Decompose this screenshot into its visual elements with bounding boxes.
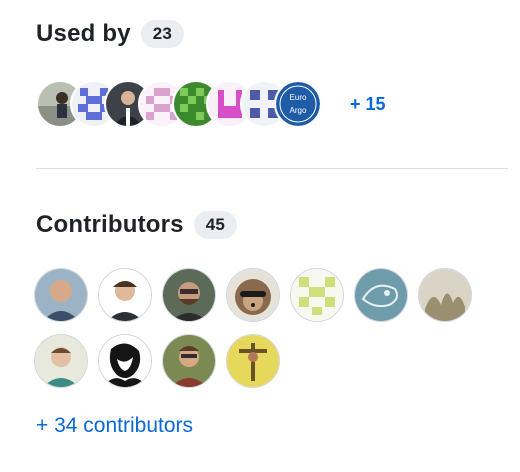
- contributors-title: Contributors: [36, 211, 184, 238]
- contributor-avatar-9[interactable]: [98, 334, 152, 388]
- more-contributors-link[interactable]: + 34 contributors: [36, 414, 193, 438]
- used-by-count: 23: [140, 20, 185, 48]
- contributors-count: 45: [193, 211, 238, 239]
- contributor-avatar-10[interactable]: [162, 334, 216, 388]
- contributor-avatar-2[interactable]: [98, 268, 152, 322]
- contributor-avatar-3[interactable]: [162, 268, 216, 322]
- contributors-heading: Contributors 45: [36, 211, 238, 239]
- used-by-avatars: Euro Argo + 15: [36, 80, 386, 128]
- contributors-avatars: [34, 268, 514, 400]
- used-by-avatar-8[interactable]: Euro Argo: [274, 80, 322, 128]
- contributor-avatar-7[interactable]: [418, 268, 472, 322]
- euro-text: Euro: [290, 93, 307, 102]
- contributor-avatar-11[interactable]: [226, 334, 280, 388]
- used-by-title: Used by: [36, 20, 131, 47]
- contributor-avatar-1[interactable]: [34, 268, 88, 322]
- contributor-avatar-8[interactable]: [34, 334, 88, 388]
- argo-text: Argo: [290, 106, 307, 115]
- contributor-avatar-5[interactable]: [290, 268, 344, 322]
- section-divider: [36, 168, 508, 169]
- contributor-avatar-6[interactable]: [354, 268, 408, 322]
- used-by-more-link[interactable]: + 15: [350, 94, 386, 115]
- used-by-heading: Used by 23: [36, 20, 185, 48]
- contributor-avatar-4[interactable]: [226, 268, 280, 322]
